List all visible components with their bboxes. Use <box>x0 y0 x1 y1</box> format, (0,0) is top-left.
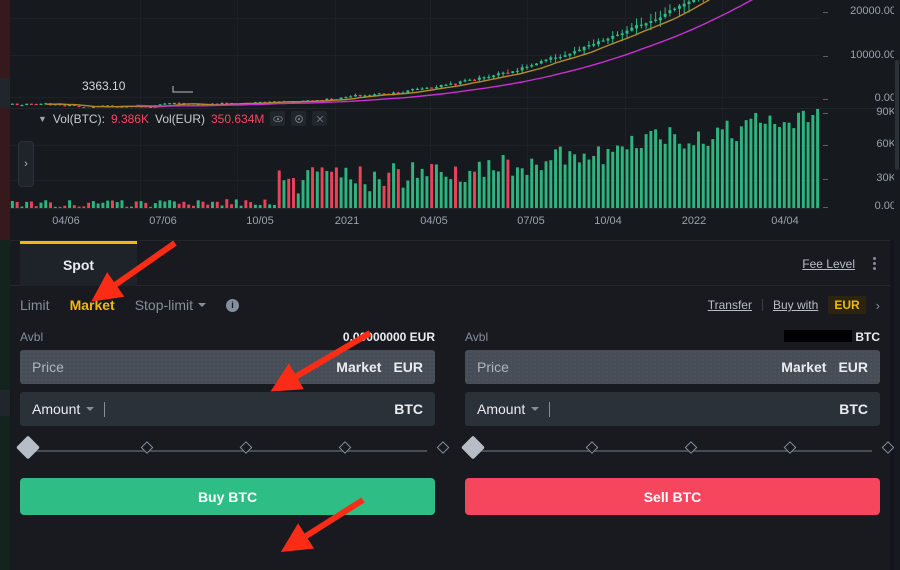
orderbook-buy-highlight <box>0 390 10 416</box>
buy-price-unit: EUR <box>393 359 423 375</box>
sell-price-input[interactable]: Price Market EUR <box>465 350 880 384</box>
sell-available-value: BTC <box>784 330 880 344</box>
page-scrollbar[interactable] <box>894 0 900 570</box>
order-type-limit[interactable]: Limit <box>20 297 50 313</box>
sell-price-unit: EUR <box>838 359 868 375</box>
slider-thumb[interactable] <box>460 435 486 460</box>
chevron-down-icon[interactable] <box>531 407 540 411</box>
sell-price-placeholder: Price <box>477 359 509 375</box>
scrollbar-thumb[interactable] <box>895 60 899 170</box>
x-axis-tick: 07/05 <box>517 215 545 227</box>
sell-price-mode: Market <box>781 359 827 375</box>
order-type-stop-limit[interactable]: Stop-limit <box>134 297 207 313</box>
panel-header-actions: Fee Level <box>802 241 880 286</box>
chevron-right-icon: › <box>24 158 28 170</box>
order-type-stop-limit-label: Stop-limit <box>134 297 194 313</box>
sell-amount-input[interactable]: Amount BTC <box>465 392 880 426</box>
buy-with-link[interactable]: Buy with <box>773 298 818 312</box>
trade-panel: Spot Fee Level Limit Market Stop-limit i… <box>10 240 895 570</box>
chevron-down-icon[interactable] <box>198 303 207 307</box>
x-axis-tick: 10/04 <box>594 215 622 227</box>
tab-spot[interactable]: Spot <box>20 241 137 286</box>
sell-btc-button[interactable]: Sell BTC <box>465 478 880 515</box>
orderbook-sell-highlight <box>0 78 10 108</box>
price-axis-label: 10000.00 <box>850 49 896 61</box>
chart-y-axis: 20000.00 10000.00 0.00 90K 60K 30K 0.00 <box>820 0 900 240</box>
volume-axis-label: 0.00 <box>874 200 896 212</box>
panel-header: Spot Fee Level <box>10 241 890 286</box>
buy-available-label: Avbl <box>20 330 44 344</box>
order-actions: Buy BTC Sell BTC <box>10 468 890 515</box>
chevron-right-icon[interactable]: › <box>876 298 880 313</box>
transfer-link[interactable]: Transfer <box>708 298 752 312</box>
slider-thumb[interactable] <box>15 435 41 460</box>
slider-step-100[interactable] <box>881 441 895 454</box>
redacted-balance <box>784 330 853 342</box>
vol-eur-label: Vol(EUR) <box>154 111 205 126</box>
vol-btc-value: 9.386K <box>110 111 149 126</box>
tab-spot-label: Spot <box>62 257 95 273</box>
vol-btc-label: Vol(BTC): <box>52 111 105 126</box>
x-axis-tick: 2022 <box>681 215 707 227</box>
vol-eur-value: 350.634M <box>211 111 265 126</box>
divider <box>761 299 763 311</box>
chart-x-axis: 04/06 07/06 10/05 2021 04/05 07/05 10/04… <box>10 208 820 230</box>
buy-btc-button[interactable]: Buy BTC <box>20 478 435 515</box>
panel-quick-links: Transfer Buy with EUR › <box>708 286 880 324</box>
order-forms: Avbl 0.00000000 EUR Price Market EUR Amo… <box>10 324 895 468</box>
order-type-market[interactable]: Market <box>70 297 115 313</box>
buy-price-placeholder: Price <box>32 359 64 375</box>
slider-step-100[interactable] <box>436 441 450 454</box>
order-type-tabs: Limit Market Stop-limit i Transfer Buy w… <box>10 286 890 324</box>
x-axis-tick: 07/06 <box>149 215 177 227</box>
orderbook-strip[interactable] <box>0 0 10 570</box>
gear-icon[interactable] <box>291 111 307 126</box>
volume-indicator-legend[interactable]: ▼ Vol(BTC): 9.386K Vol(EUR) 350.634M <box>38 111 328 126</box>
low-price-label: 3363.10 <box>82 79 126 93</box>
price-axis-label: 20000.00 <box>850 5 896 17</box>
buy-amount-slider[interactable] <box>15 434 450 468</box>
sell-amount-unit: BTC <box>839 401 868 417</box>
buy-amount-input[interactable]: Amount BTC <box>20 392 435 426</box>
price-axis-label: 0.00 <box>874 92 896 104</box>
text-cursor <box>104 401 106 417</box>
text-cursor <box>549 401 551 417</box>
eye-icon[interactable] <box>270 111 286 126</box>
buy-available-row: Avbl 0.00000000 EUR <box>20 324 435 350</box>
close-icon[interactable] <box>312 111 328 126</box>
buy-price-input[interactable]: Price Market EUR <box>20 350 435 384</box>
orderbook-sell-side <box>0 0 10 240</box>
sell-available-row: Avbl BTC <box>465 324 880 350</box>
buy-available-value: 0.00000000 EUR <box>342 330 435 344</box>
info-icon[interactable]: i <box>226 298 240 312</box>
fee-level-link[interactable]: Fee Level <box>802 257 855 271</box>
buy-amount-unit: BTC <box>394 401 423 417</box>
trading-app: 3363.10 ▼ Vol(BTC): 9.386K Vol(EUR) 350.… <box>0 0 900 570</box>
chevron-down-icon[interactable]: ▼ <box>38 114 47 124</box>
x-axis-tick: 04/04 <box>771 215 799 227</box>
sell-amount-placeholder: Amount <box>477 401 526 417</box>
low-price-marker <box>172 86 193 93</box>
x-axis-tick: 04/05 <box>420 215 448 227</box>
x-axis-tick: 2021 <box>334 215 360 227</box>
candlestick-series <box>10 0 754 108</box>
buy-price-mode: Market <box>336 359 382 375</box>
chevron-down-icon[interactable] <box>86 407 95 411</box>
sell-amount-slider[interactable] <box>460 434 895 468</box>
sell-available-unit: BTC <box>855 330 880 344</box>
sidebar-collapse-handle[interactable]: › <box>18 141 34 187</box>
price-chart-region[interactable]: 3363.10 ▼ Vol(BTC): 9.386K Vol(EUR) 350.… <box>10 0 900 240</box>
slider-track <box>473 450 872 452</box>
more-vertical-icon[interactable] <box>869 255 880 272</box>
buy-amount-placeholder: Amount <box>32 401 81 417</box>
buy-form: Avbl 0.00000000 EUR Price Market EUR Amo… <box>15 324 450 468</box>
x-axis-tick: 04/06 <box>52 215 80 227</box>
sell-form: Avbl BTC Price Market EUR Amount BTC <box>460 324 895 468</box>
x-axis-tick: 10/05 <box>246 215 274 227</box>
slider-track <box>28 450 427 452</box>
sell-available-label: Avbl <box>465 330 489 344</box>
buy-with-currency-badge[interactable]: EUR <box>828 296 866 314</box>
